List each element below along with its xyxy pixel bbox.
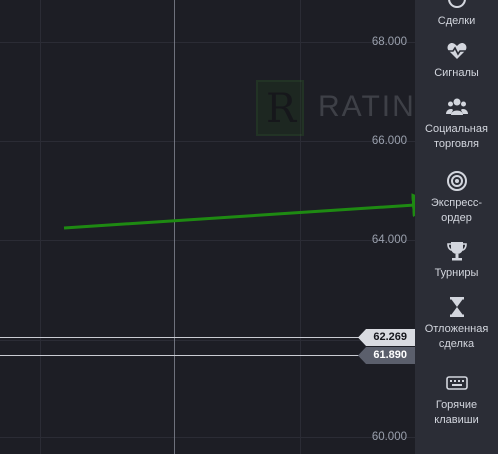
trading-screen: R RATINGS 68.000 66.000 64.000 60.000 62… [0,0,498,454]
sidebar-item-tournaments[interactable]: Турниры [415,240,498,281]
price-chart[interactable]: R RATINGS 68.000 66.000 64.000 60.000 62… [0,0,415,454]
sidebar-item-label: Турниры [434,267,479,279]
users-icon [445,98,468,115]
sidebar-item-pending-trade[interactable]: Отложенная сделка [415,296,498,352]
sidebar-item-label: Горячие клавиши [434,399,479,426]
trophy-icon [446,242,467,261]
sidebar-item-deals[interactable]: Сделки [415,0,498,29]
sidebar-item-label: Сделки [437,15,476,27]
annotation-arrow [63,193,415,230]
target-icon [446,171,467,191]
sidebar-item-signals[interactable]: Сигналы [415,40,498,81]
sidebar-item-label: Сигналы [434,67,479,79]
right-sidebar: Сделки Сигналы Социальная торговля Экспр… [415,0,498,454]
sidebar-item-label: Экспресс-ордер [430,197,483,224]
hourglass-icon [449,297,464,317]
sidebar-item-social-trading[interactable]: Социальная торговля [415,96,498,152]
sidebar-item-express-order[interactable]: Экспресс-ордер [415,170,498,226]
sidebar-item-hotkeys[interactable]: Горячие клавиши [415,372,498,428]
sidebar-item-label: Социальная торговля [425,123,488,150]
sidebar-item-label: Отложенная сделка [424,323,489,350]
deals-icon [447,0,466,8]
heartbeat-icon [447,43,466,59]
keyboard-icon [445,376,468,390]
